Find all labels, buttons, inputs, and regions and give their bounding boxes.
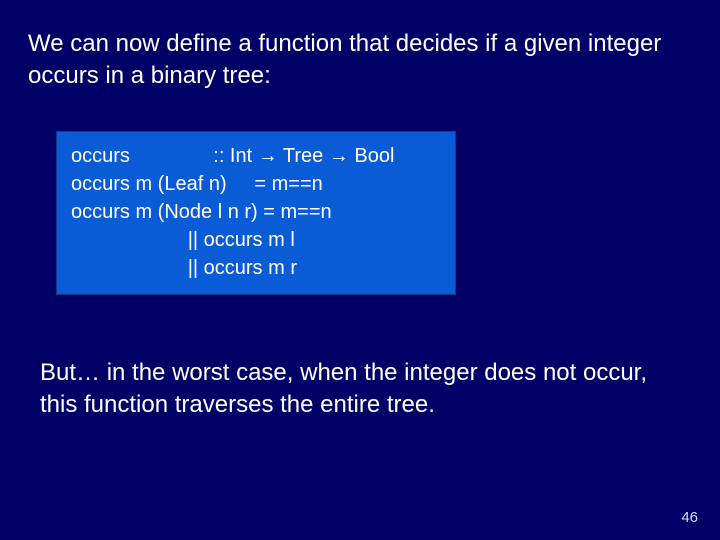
code-block: occurs :: Int → Tree → Bool occurs m (Le… <box>56 131 456 295</box>
code-line-3: occurs m (Node l n r) = m==n <box>71 198 441 226</box>
code-line-1: occurs :: Int → Tree → Bool <box>71 142 441 170</box>
code-line-4: || occurs m l <box>71 226 441 254</box>
code-line-2: occurs m (Leaf n) = m==n <box>71 170 441 198</box>
outro-text: But… in the worst case, when the integer… <box>40 357 680 422</box>
code-line-5: || occurs m r <box>71 254 441 282</box>
slide: We can now define a function that decide… <box>0 0 720 540</box>
intro-text: We can now define a function that decide… <box>28 28 692 93</box>
page-number: 46 <box>681 509 698 526</box>
